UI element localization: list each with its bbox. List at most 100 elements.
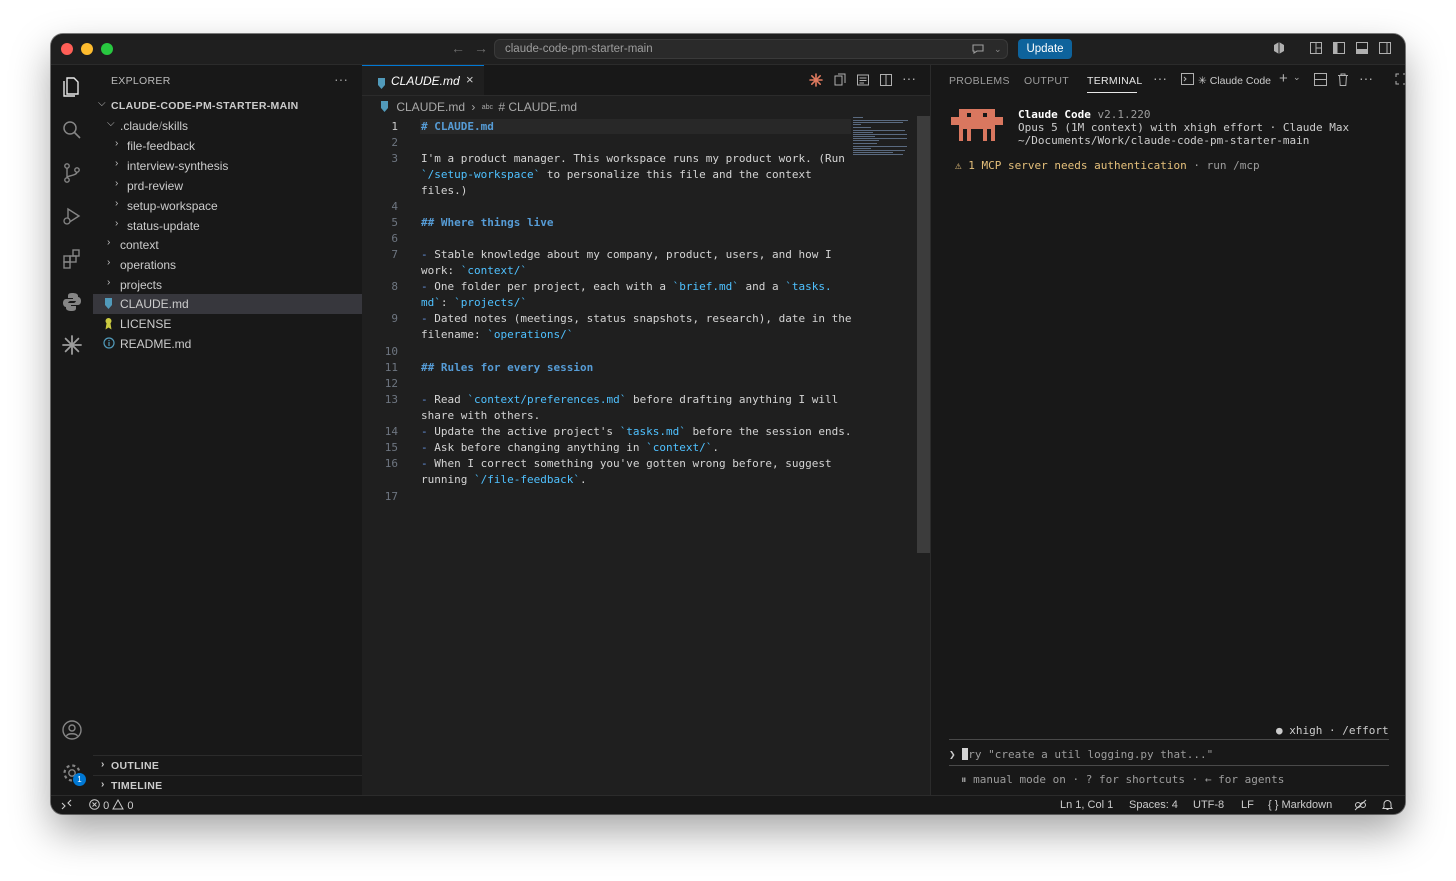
- line-number: 3: [391, 152, 398, 165]
- line-number: 14: [384, 425, 398, 438]
- timeline-section[interactable]: › TIMELINE: [93, 775, 362, 796]
- tree-folder-file-feedback[interactable]: › file-feedback: [93, 136, 362, 156]
- toggle-secondary-sidebar-icon[interactable]: [1378, 41, 1392, 55]
- back-arrow-icon[interactable]: ←: [451, 40, 465, 56]
- tree-folder-claude-skills[interactable]: ⌵ .claude/skills: [93, 116, 362, 136]
- command-center-search[interactable]: claude-code-pm-starter-main ⌄: [494, 39, 1008, 59]
- terminal-name[interactable]: ✳ Claude Code: [1198, 75, 1271, 87]
- chevron-right-icon: ›: [115, 138, 119, 149]
- customize-layout-icon[interactable]: [1309, 41, 1323, 55]
- tree-file-license[interactable]: LICENSE: [93, 314, 362, 334]
- minimap[interactable]: [853, 116, 911, 156]
- code-line: work: `context/`: [421, 264, 527, 277]
- tree-folder-status-update[interactable]: › status-update: [93, 216, 362, 236]
- tab-output[interactable]: OUTPUT: [1024, 75, 1069, 87]
- claude-spark-icon[interactable]: [60, 333, 84, 357]
- license-file-icon: [103, 317, 114, 333]
- line-number: 12: [384, 377, 398, 390]
- indentation[interactable]: Spaces: 4: [1129, 799, 1178, 811]
- terminal-more-icon[interactable]: ···: [1359, 70, 1373, 86]
- open-changes-icon[interactable]: [833, 73, 847, 87]
- line-number: 1: [391, 120, 398, 133]
- python-icon[interactable]: [60, 290, 84, 314]
- notifications-bell-icon[interactable]: [1382, 799, 1393, 814]
- code-line: - Dated notes (meetings, status snapshot…: [421, 312, 852, 325]
- info-file-icon: [103, 337, 115, 352]
- split-terminal-icon[interactable]: [1314, 73, 1327, 89]
- chat-icon[interactable]: [971, 42, 985, 59]
- trash-icon[interactable]: [1337, 73, 1349, 89]
- cursor-position[interactable]: Ln 1, Col 1: [1060, 799, 1113, 811]
- tree-file-claude-md[interactable]: CLAUDE.md: [93, 294, 362, 314]
- toggle-primary-sidebar-icon[interactable]: [1332, 41, 1346, 55]
- tree-folder-setup-workspace[interactable]: › setup-workspace: [93, 196, 362, 216]
- editor-more-icon[interactable]: ···: [902, 70, 916, 86]
- folder-label: context: [120, 238, 159, 252]
- line-number: 4: [391, 200, 398, 213]
- line-number: 5: [391, 216, 398, 229]
- tree-root-folder[interactable]: ⌵ CLAUDE-CODE-PM-STARTER-MAIN: [93, 96, 362, 116]
- tree-folder-operations[interactable]: › operations: [93, 255, 362, 275]
- code-editor[interactable]: 1 2 3 4 5 6 7 8 9 10 11 12 13 14 15 16 1…: [362, 118, 917, 795]
- chevron-right-icon: ›: [115, 218, 119, 229]
- copilot-status-icon[interactable]: [1354, 799, 1367, 814]
- status-bar: 0 0 Ln 1, Col 1 Spaces: 4 UTF-8 LF { } M…: [51, 795, 1405, 814]
- mcp-warning: ⚠ 1 MCP server needs authentication · ru…: [955, 159, 1260, 172]
- explorer-icon[interactable]: [60, 75, 84, 99]
- source-control-icon[interactable]: [60, 161, 84, 185]
- language-mode[interactable]: { } Markdown: [1268, 799, 1332, 811]
- editor-vertical-scrollbar[interactable]: [917, 116, 930, 553]
- tree-file-readme[interactable]: README.md: [93, 334, 362, 354]
- prompt-bottom-border: [949, 765, 1389, 766]
- tree-folder-projects[interactable]: › projects: [93, 275, 362, 295]
- new-terminal-plus-icon[interactable]: +: [1279, 70, 1288, 87]
- tree-folder-interview-synthesis[interactable]: › interview-synthesis: [93, 156, 362, 176]
- split-editor-icon[interactable]: [879, 73, 893, 87]
- tab-problems[interactable]: PROBLEMS: [949, 75, 1010, 87]
- breadcrumb-file[interactable]: CLAUDE.md: [396, 100, 465, 114]
- braces-icon: { }: [1268, 799, 1279, 811]
- settings-gear-icon[interactable]: 1: [60, 761, 86, 786]
- folder-label: setup-workspace: [127, 199, 218, 213]
- update-button[interactable]: Update: [1018, 39, 1072, 59]
- tab-claude-md[interactable]: CLAUDE.md ×: [362, 65, 484, 95]
- code-line: md`: `projects/`: [421, 296, 527, 309]
- line-number: 2: [391, 136, 398, 149]
- breadcrumb-symbol[interactable]: # CLAUDE.md: [498, 100, 577, 114]
- explorer-more-icon[interactable]: ···: [334, 71, 348, 87]
- outline-section[interactable]: › OUTLINE: [93, 755, 362, 776]
- minimize-window-button[interactable]: [81, 43, 93, 55]
- activity-bar: 1: [51, 65, 94, 795]
- problems-status[interactable]: 0 0: [89, 798, 133, 812]
- chevron-down-icon[interactable]: ⌄: [1293, 72, 1301, 83]
- model-line: Opus 5 (1M context) with xhigh effort · …: [1018, 121, 1350, 134]
- prompt-input[interactable]: ❯ ry "create a util logging.py that...": [949, 748, 1213, 761]
- toggle-panel-icon[interactable]: [1355, 41, 1369, 55]
- line-number: 9: [391, 312, 398, 325]
- copilot-icon[interactable]: [1272, 41, 1286, 55]
- line-number: 13: [384, 393, 398, 406]
- accounts-icon[interactable]: [60, 718, 84, 742]
- maximize-panel-icon[interactable]: [1395, 73, 1405, 88]
- forward-arrow-icon[interactable]: →: [474, 40, 488, 56]
- chevron-down-icon[interactable]: ⌄: [994, 44, 1002, 55]
- chevron-right-icon: ›: [101, 779, 105, 790]
- command-center-text: claude-code-pm-starter-main: [505, 43, 653, 55]
- tab-terminal[interactable]: TERMINAL: [1087, 75, 1143, 87]
- zoom-window-button[interactable]: [101, 43, 113, 55]
- close-window-button[interactable]: [61, 43, 73, 55]
- chevron-right-icon: ›: [115, 158, 119, 169]
- preview-icon[interactable]: [856, 73, 870, 87]
- panel-more-icon[interactable]: ···: [1153, 70, 1167, 86]
- encoding[interactable]: UTF-8: [1193, 799, 1224, 811]
- search-icon[interactable]: [60, 118, 84, 142]
- tree-folder-prd-review[interactable]: › prd-review: [93, 176, 362, 196]
- claude-spark-icon[interactable]: [809, 73, 823, 87]
- extensions-icon[interactable]: [60, 247, 84, 271]
- close-tab-icon[interactable]: ×: [466, 72, 474, 87]
- end-of-line[interactable]: LF: [1241, 799, 1254, 811]
- run-debug-icon[interactable]: [60, 204, 84, 228]
- tree-folder-context[interactable]: › context: [93, 235, 362, 255]
- error-count: 0: [103, 800, 110, 812]
- remote-icon[interactable]: [61, 799, 72, 813]
